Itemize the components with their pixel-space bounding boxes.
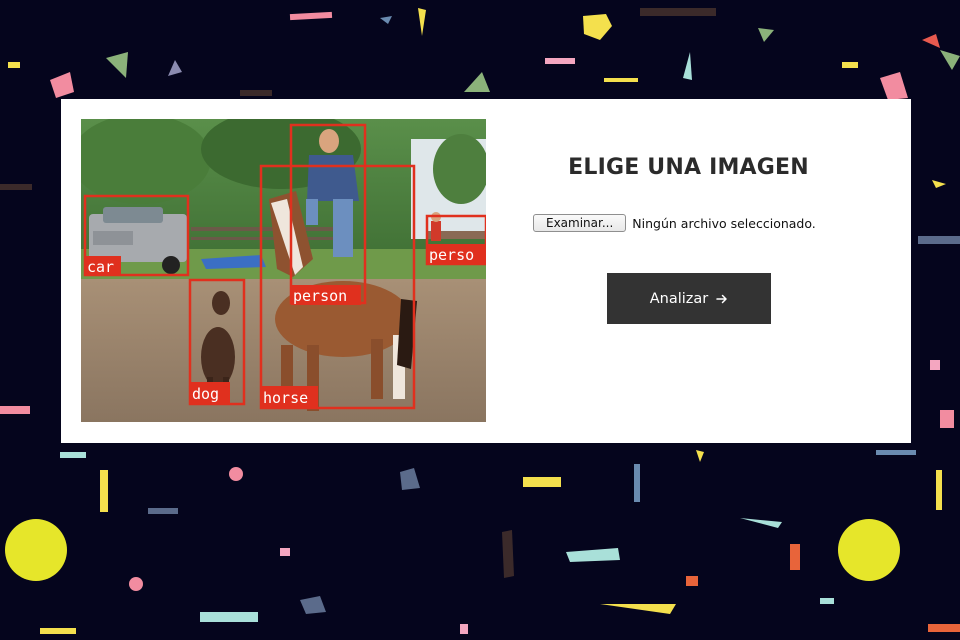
analyze-button[interactable]: Analizar xyxy=(607,273,771,324)
upload-panel: ELIGE UNA IMAGEN Examinar... Ningún arch… xyxy=(516,99,861,443)
svg-text:car: car xyxy=(87,258,114,276)
upload-card: car dog horse person perso ELIGE UNA IMA… xyxy=(61,99,911,443)
file-status-text: Ningún archivo seleccionado. xyxy=(632,215,816,231)
detection-preview-image: car dog horse person perso xyxy=(81,119,486,422)
analyze-button-label: Analizar xyxy=(649,290,709,307)
svg-text:perso: perso xyxy=(429,246,474,264)
arrow-right-icon xyxy=(716,293,728,305)
page-title: ELIGE UNA IMAGEN xyxy=(568,155,809,180)
detection-label-person: person xyxy=(291,285,361,305)
svg-text:person: person xyxy=(293,287,347,305)
browse-button[interactable]: Examinar... xyxy=(533,214,627,232)
svg-text:dog: dog xyxy=(192,385,219,403)
file-input[interactable]: Examinar... Ningún archivo seleccionado. xyxy=(533,213,816,233)
detection-label-horse: horse xyxy=(261,386,318,407)
detection-label-dog: dog xyxy=(190,382,230,403)
detection-label-car: car xyxy=(85,256,121,276)
detection-label-person-partial: perso xyxy=(427,244,486,264)
svg-text:horse: horse xyxy=(263,389,308,407)
